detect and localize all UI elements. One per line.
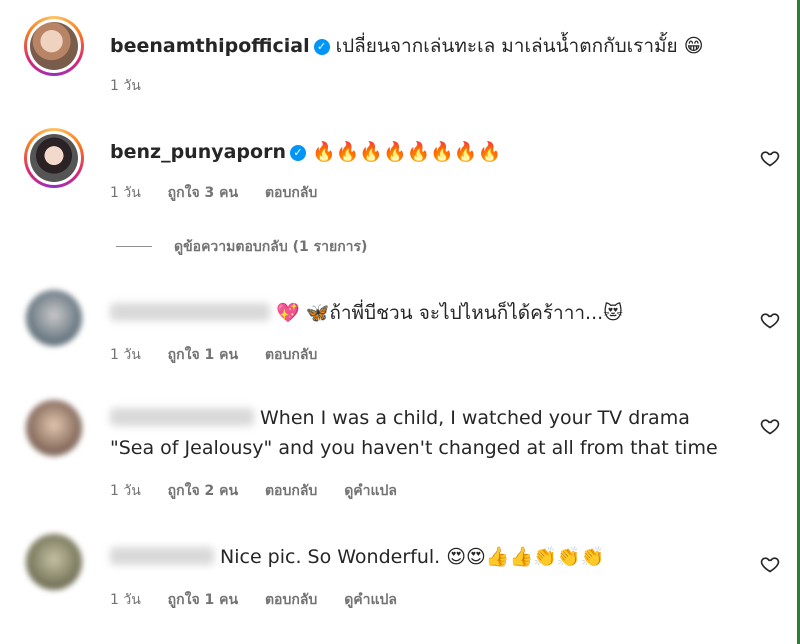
avatar[interactable] [26,534,82,590]
comment: When I was a child, I watched your TV dr… [0,392,797,512]
comment: Nice pic. So Wonderful. 😍😍👍👍👏👏👏 1 วัน ถู… [0,528,797,638]
comment-text-line2: "Sea of Jealousy" and you haven't change… [110,437,718,459]
avatar[interactable] [26,400,82,456]
username[interactable]: benz_punyaporn [110,141,286,163]
translate-button[interactable]: ดูคำแปล [344,483,397,499]
reply-button[interactable]: ตอบกลับ [265,592,317,608]
comment-text: เปลี่ยนจากเล่นทะเล มาเล่นน้ำตกกับเรามั้ย… [335,35,704,57]
comment-text: Nice pic. So Wonderful. 😍😍👍👍👏👏👏 [220,546,605,568]
comment-text: 🔥🔥🔥🔥🔥🔥🔥🔥 [311,141,502,163]
comment-time[interactable]: 1 วัน [110,347,141,363]
avatar[interactable] [24,128,84,188]
comment-time[interactable]: 1 วัน [110,185,141,201]
verified-badge-icon: ✓ [289,145,306,161]
username-redacted[interactable] [110,408,254,426]
comment-text: 💖 🦋ถ้าพี่บีชวน จะไปไหนก็ได้คร้าาา...😻 [276,302,623,324]
likes-count[interactable]: ถูกใจ 1 คน [168,347,238,363]
username[interactable]: beenamthipofficial [110,35,310,57]
heart-icon[interactable] [760,416,780,436]
reply-button[interactable]: ตอบกลับ [265,185,317,201]
comment: beenamthipofficial ✓ เปลี่ยนจากเล่นทะเล มา… [0,0,797,120]
view-replies-label: ดูข้อความตอบกลับ (1 รายการ) [174,239,368,255]
heart-icon[interactable] [760,554,780,574]
heart-icon[interactable] [760,148,780,168]
likes-count[interactable]: ถูกใจ 1 คน [168,592,238,608]
comment-time[interactable]: 1 วัน [110,78,141,94]
translate-button[interactable]: ดูคำแปล [344,592,397,608]
username-redacted[interactable] [110,303,270,321]
reply-button[interactable]: ตอบกลับ [265,483,317,499]
verified-badge-icon: ✓ [313,39,330,55]
username-redacted[interactable] [110,547,214,565]
divider [116,246,152,247]
comment-text-line1: When I was a child, I watched your TV dr… [260,407,690,429]
avatar[interactable] [24,16,84,76]
view-replies-button[interactable]: ดูข้อความตอบกลับ (1 รายการ) [116,236,367,258]
likes-count[interactable]: ถูกใจ 3 คน [168,185,238,201]
reply-button[interactable]: ตอบกลับ [265,347,317,363]
avatar[interactable] [26,290,82,346]
likes-count[interactable]: ถูกใจ 2 คน [168,483,238,499]
comment: 💖 🦋ถ้าพี่บีชวน จะไปไหนก็ได้คร้าาา...😻 1 … [0,282,797,382]
comment-time[interactable]: 1 วัน [110,592,141,608]
heart-icon[interactable] [760,310,780,330]
comment-time[interactable]: 1 วัน [110,483,141,499]
